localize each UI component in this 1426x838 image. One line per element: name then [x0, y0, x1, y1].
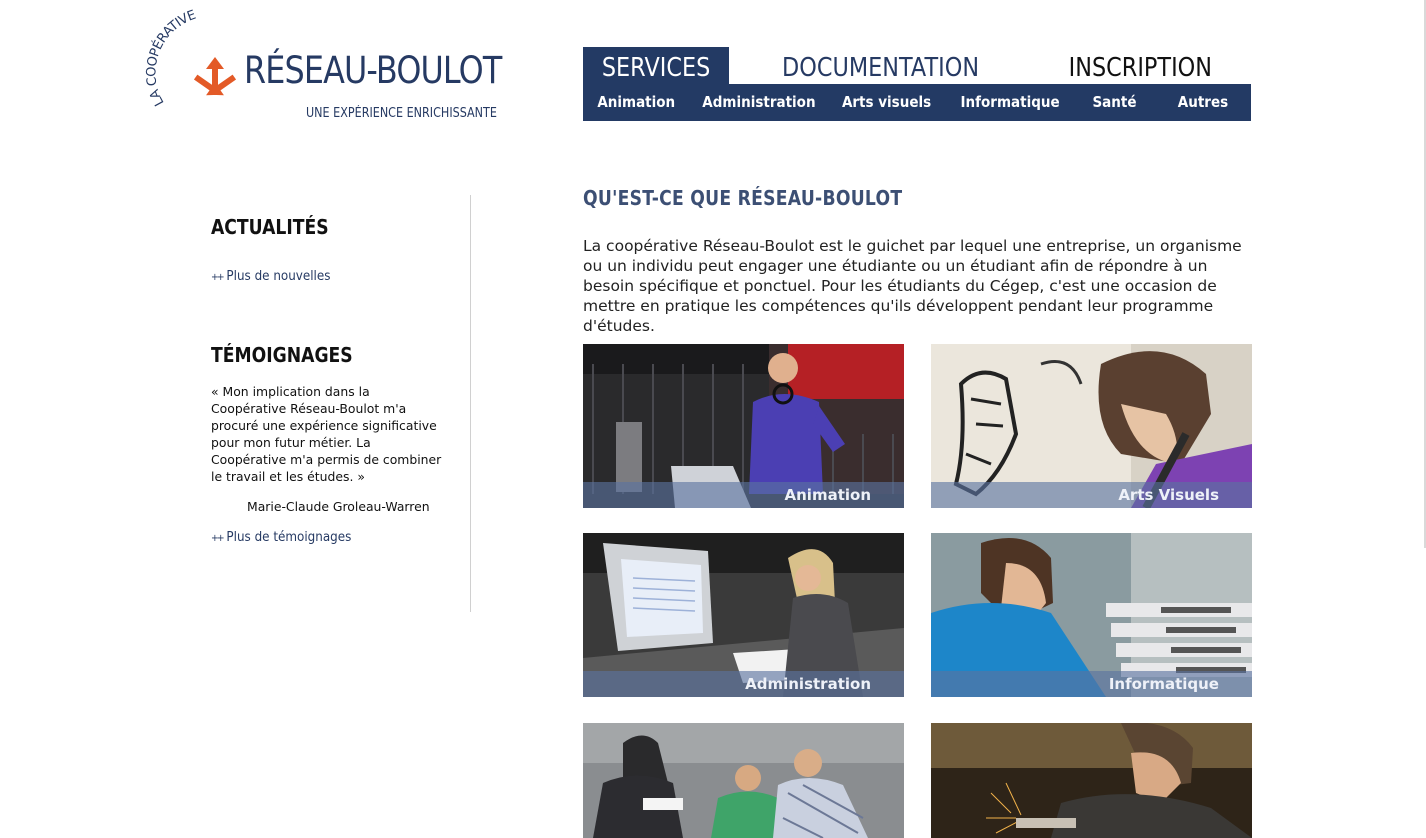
subnav-item-arts-visuels[interactable]: Arts visuels: [834, 84, 939, 121]
more-testimonials-link[interactable]: ++ Plus de témoignages: [211, 530, 351, 545]
subnav-item-administration[interactable]: Administration: [696, 84, 819, 121]
logo-name: RÉSEAU-BOULOT: [244, 49, 502, 92]
tab-documentation[interactable]: DOCUMENTATION: [761, 47, 1001, 84]
subnav-item-informatique[interactable]: Informatique: [954, 84, 1066, 121]
svg-text:LA COOPÉRATIVE: LA COOPÉRATIVE: [144, 8, 197, 108]
news-heading: ACTUALITÉS: [211, 215, 329, 239]
more-testimonials-label: Plus de témoignages: [226, 530, 352, 545]
tile-label: Animation: [784, 486, 871, 504]
tile-informatique[interactable]: Informatique: [931, 533, 1252, 697]
autres-photo: [931, 723, 1252, 838]
main-nav: SERVICES DOCUMENTATION INSCRIPTION: [583, 47, 1251, 84]
recycle-arrows-icon: [193, 57, 237, 96]
subnav-item-autres[interactable]: Autres: [1171, 84, 1235, 121]
testimonial-quote: « Mon implication dans la Coopérative Ré…: [211, 384, 442, 484]
tile-autres[interactable]: [931, 723, 1252, 838]
more-news-label: Plus de nouvelles: [226, 269, 331, 284]
services-subnav: Animation Administration Arts visuels In…: [583, 84, 1251, 121]
logo-tagline: UNE EXPÉRIENCE ENRICHISSANTE: [306, 106, 497, 121]
testimonial-author: Marie-Claude Groleau-Warren: [247, 499, 430, 514]
tab-services[interactable]: SERVICES: [583, 47, 729, 84]
tile-animation[interactable]: Animation: [583, 344, 904, 508]
tile-sante[interactable]: [583, 723, 904, 838]
sante-photo: [583, 723, 904, 838]
plus-plus-icon: ++: [211, 272, 225, 283]
intro-paragraph: La coopérative Réseau-Boulot est le guic…: [583, 237, 1242, 335]
tile-administration[interactable]: Administration: [583, 533, 904, 697]
logo[interactable]: LA COOPÉRATIVE RÉSEAU-BOULOT UNE EXPÉRIE…: [144, 8, 530, 127]
more-news-link[interactable]: ++ Plus de nouvelles: [211, 269, 330, 284]
tile-label: Administration: [745, 675, 871, 693]
logo-arc-text: LA COOPÉRATIVE: [144, 8, 198, 108]
subnav-item-animation[interactable]: Animation: [586, 84, 686, 121]
tab-inscription[interactable]: INSCRIPTION: [1053, 47, 1228, 84]
testimonials-heading: TÉMOIGNAGES: [211, 343, 353, 367]
page-title: QU'EST-CE QUE RÉSEAU-BOULOT: [583, 186, 903, 210]
subnav-item-sante[interactable]: Santé: [1084, 84, 1144, 121]
tile-arts-visuels[interactable]: Arts Visuels: [931, 344, 1252, 508]
tile-label: Arts Visuels: [1118, 486, 1219, 504]
sidebar-divider: [470, 195, 471, 612]
plus-plus-icon: ++: [211, 533, 225, 544]
tile-label: Informatique: [1108, 675, 1219, 693]
